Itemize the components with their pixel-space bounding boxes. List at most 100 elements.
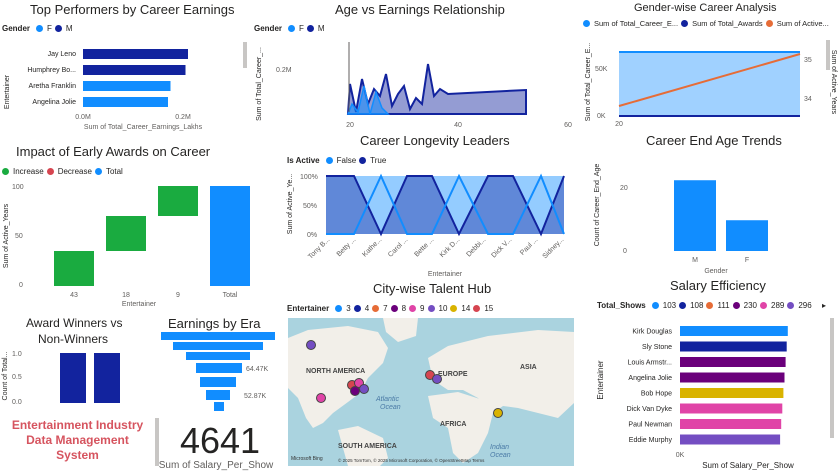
legend-dot-total	[94, 168, 102, 175]
salary-bar[interactable]	[680, 341, 787, 352]
salary-legend-dot	[679, 302, 687, 309]
salary-bar[interactable]	[680, 419, 782, 429]
salary-xtick: 0K	[676, 452, 685, 459]
salary-bar[interactable]	[680, 372, 785, 383]
top-performers-title: Top Performers by Career Earnings	[30, 2, 235, 17]
early-awards-category-label: 9	[176, 292, 180, 299]
top-performers-chart[interactable]: Entertainer Jay Leno Humphrey Bo... Aretha…	[0, 36, 240, 136]
map-point[interactable]	[359, 384, 369, 394]
top-performers-category-label: Humphrey Bo...	[27, 67, 76, 74]
legend-dot-increase	[2, 168, 9, 175]
city-legend-dot	[473, 305, 481, 312]
end-age-bar[interactable]	[726, 220, 768, 251]
salary-legend-item: 108	[690, 301, 704, 310]
legend-dot-f	[36, 25, 44, 32]
map-label-europe: EUROPE	[438, 371, 468, 378]
award-winners-title-2: Non-Winners	[38, 332, 109, 346]
top-performers-scrollbar[interactable]	[243, 42, 247, 68]
map-attribution[interactable]: © 2025 TomTom, © 2025 Microsoft Corporat…	[338, 458, 484, 463]
salary-legend-item: 111	[717, 301, 730, 310]
legend-earnings: Sum of Total_Career_E...	[594, 19, 679, 28]
award-winners-chart[interactable]: Count of Total... 1.0 0.5 0.0	[0, 346, 150, 412]
city-legend[interactable]: Entertainer 3 4 7 8 9 10 14 15	[287, 304, 493, 313]
north-america-shape	[288, 326, 388, 428]
age-earnings-chart[interactable]: Sum of Total_Career_... 0.2M 20 40 60	[252, 34, 582, 134]
map-point[interactable]	[350, 386, 360, 396]
age-earnings-xtick-0: 20	[346, 122, 354, 129]
top-performers-bar[interactable]	[83, 97, 168, 107]
salary-scrollbar[interactable]	[830, 318, 834, 438]
award-winners-bar[interactable]	[60, 353, 86, 403]
top-performers-bar[interactable]	[83, 65, 186, 75]
longevity-chart[interactable]: Sum of Active_Ye... 100% 50% 0% Tony B..…	[284, 166, 580, 278]
era-bar-7	[214, 402, 224, 411]
city-legend-item: 8	[401, 304, 407, 313]
gender-career-scrollbar[interactable]	[826, 40, 830, 70]
salary-bar[interactable]	[680, 326, 788, 336]
legend-awards: Sum of Total_Awards	[692, 19, 763, 28]
salary-legend-next[interactable]: ▸	[822, 301, 826, 310]
salary-ylabel: Entertainer	[596, 360, 605, 399]
era-bar-2	[173, 342, 263, 350]
salary-legend-item: 103	[662, 301, 677, 310]
map-label-indian: Indian	[490, 444, 510, 451]
legend-m: M	[317, 24, 325, 33]
map-label-asia: ASIA	[520, 364, 537, 371]
salary-legend-dot	[651, 302, 659, 309]
legend-f: F	[47, 24, 52, 33]
top-performers-bar[interactable]	[83, 81, 171, 91]
greenland-shape	[383, 318, 418, 342]
map-point[interactable]	[493, 408, 503, 418]
longevity-legend[interactable]: Is Active False True	[287, 156, 386, 165]
longevity-title: Career Longevity Leaders	[360, 133, 510, 148]
age-earnings-xtick-1: 40	[454, 122, 462, 129]
top-performers-legend[interactable]: Gender F M	[2, 24, 73, 33]
longevity-category-label: Dick V...	[490, 236, 513, 259]
legend-dot-m	[306, 25, 314, 32]
app-title-line1: Entertainment Industry	[11, 418, 144, 432]
legend-f: F	[299, 24, 304, 33]
longevity-category-label: Bette ...	[413, 236, 435, 258]
age-earnings-legend[interactable]: Gender F M	[254, 24, 325, 33]
end-age-ylabel: Count of Career_End_Age	[594, 164, 601, 247]
map-point[interactable]	[306, 340, 316, 350]
top-performers-category-label: Jay Leno	[48, 51, 77, 58]
salary-bar[interactable]	[680, 357, 786, 367]
age-earnings-title: Age vs Earnings Relationship	[335, 2, 505, 17]
legend-title: Gender	[2, 24, 31, 33]
salary-category-label: Louis Armstr...	[628, 360, 672, 367]
end-age-category-label: M	[692, 257, 698, 264]
early-awards-chart[interactable]: Sum of Active_Years 100 50 0 43 18 9 Total …	[0, 176, 280, 314]
early-awards-bar[interactable]	[54, 251, 94, 286]
salary-chart[interactable]: Entertainer Kirk Douglas Sly Stone Louis A…	[590, 318, 830, 474]
map[interactable]: NORTH AMERICA EUROPE ASIA AFRICA SOUTH A…	[288, 318, 574, 466]
kpi-scrollbar[interactable]	[155, 418, 159, 466]
end-age-chart[interactable]: Count of Career_End_Age 20 0 M F Gender	[590, 150, 830, 280]
end-age-bar[interactable]	[674, 180, 716, 251]
salary-category-label: Angelina Jolie	[628, 375, 672, 382]
longevity-category-label: Sidney...	[542, 236, 566, 260]
salary-bar[interactable]	[680, 434, 781, 445]
era-bar-3	[186, 352, 250, 360]
longevity-category-label: Carol ...	[387, 236, 409, 258]
early-awards-bar[interactable]	[210, 186, 250, 286]
map-point[interactable]	[316, 393, 326, 403]
app-title-line2: Data Management	[26, 433, 129, 447]
legend-title: Is Active	[287, 156, 320, 165]
award-winners-ylabel: Count of Total...	[2, 351, 9, 400]
gender-career-legend[interactable]: Sum of Total_Career_E... Sum of Total_Aw…	[583, 19, 829, 28]
gender-career-chart[interactable]: Sum of Total_Career_E... 50K 0K 20 35 34…	[582, 30, 840, 130]
longevity-category-label: Kathe...	[361, 236, 383, 258]
early-awards-bar[interactable]	[106, 216, 146, 251]
map-label-atlantic-ocean: Ocean	[380, 404, 401, 411]
map-point[interactable]	[432, 374, 442, 384]
era-funnel[interactable]: 64.47K 52.87K	[158, 332, 278, 414]
top-performers-bar[interactable]	[83, 49, 188, 59]
salary-bar[interactable]	[680, 388, 784, 398]
early-awards-bar[interactable]	[158, 186, 198, 216]
legend-increase: Increase	[13, 167, 44, 176]
award-winners-bar[interactable]	[94, 353, 120, 403]
salary-bar[interactable]	[680, 403, 783, 414]
salary-legend[interactable]: Total_Shows 103 108 111 230 289 296	[597, 301, 812, 310]
early-awards-legend[interactable]: Increase Decrease Total	[2, 167, 123, 176]
